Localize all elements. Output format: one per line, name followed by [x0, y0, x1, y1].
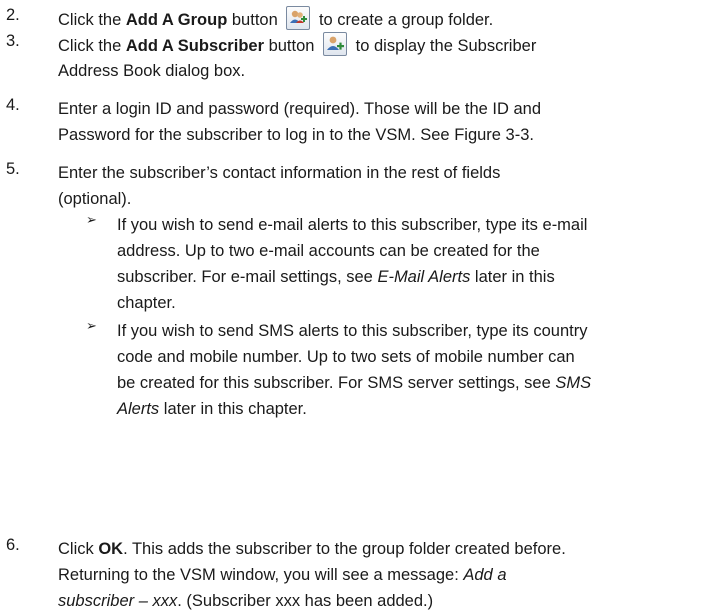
text-run: subscriber. For e-mail settings, see: [117, 268, 378, 286]
text-line: If you wish to send e-mail alerts to thi…: [117, 216, 588, 234]
button-name: Add A Subscriber: [125, 37, 264, 55]
add-subscriber-icon: [323, 32, 348, 56]
step-number: 5.: [6, 160, 20, 178]
step-text: Enter a login ID and password (required)…: [58, 96, 713, 148]
step-number: 2.: [6, 6, 20, 24]
step-text: Enter the subscriber’s contact informati…: [58, 160, 713, 212]
text-line: (optional).: [58, 190, 132, 208]
text-run: . This adds the subscriber to the group …: [123, 540, 566, 558]
text-line: address. Up to two e-mail accounts can b…: [117, 242, 540, 260]
text-run: button: [264, 37, 315, 55]
text-run: later in this chapter.: [159, 400, 307, 418]
bullet-text: If you wish to send e-mail alerts to thi…: [117, 212, 717, 316]
text-run: Returning to the VSM window, you will se…: [58, 566, 464, 584]
text-run: Click the: [58, 37, 126, 55]
text-run: to create a group folder.: [314, 11, 494, 29]
text-run: be created for this subscriber. For SMS …: [117, 374, 556, 392]
step-text: Click the Add A Group button to create a…: [58, 6, 713, 32]
text-line: Enter a login ID and password (required)…: [58, 100, 542, 118]
text-run: Click the: [58, 11, 126, 29]
message-text: subscriber – xxx: [58, 592, 178, 610]
text-line: Address Book dialog box.: [58, 62, 246, 80]
text-run: . (Subscriber xxx has been added.): [177, 592, 434, 610]
text-line: chapter.: [117, 294, 176, 312]
text-line: Password for the subscriber to log in to…: [58, 126, 534, 144]
text-line: If you wish to send SMS alerts to this s…: [117, 322, 588, 340]
text-line: code and mobile number. Up to two sets o…: [117, 348, 575, 366]
text-line: Enter the subscriber’s contact informati…: [58, 164, 501, 182]
arrow-bullet-icon: ➢: [86, 318, 97, 333]
step-text: Click the Add A Subscriber button to dis…: [58, 32, 713, 84]
cross-reference: SMS: [555, 374, 592, 392]
button-name: OK: [98, 540, 124, 558]
text-run: to display the Subscriber: [351, 37, 537, 55]
add-group-icon: [286, 6, 311, 30]
step-number: 6.: [6, 536, 20, 554]
bullet-text: If you wish to send SMS alerts to this s…: [117, 318, 717, 422]
arrow-bullet-icon: ➢: [86, 212, 97, 227]
text-run: Click: [58, 540, 99, 558]
text-run: button: [227, 11, 278, 29]
text-run: later in this: [470, 268, 555, 286]
button-name: Add A Group: [125, 11, 228, 29]
step-text: Click OK. This adds the subscriber to th…: [58, 536, 713, 614]
cross-reference: Alerts: [117, 400, 160, 418]
step-number: 3.: [6, 32, 20, 50]
step-number: 4.: [6, 96, 20, 114]
cross-reference: E-Mail Alerts: [377, 268, 471, 286]
message-text: Add a: [463, 566, 507, 584]
